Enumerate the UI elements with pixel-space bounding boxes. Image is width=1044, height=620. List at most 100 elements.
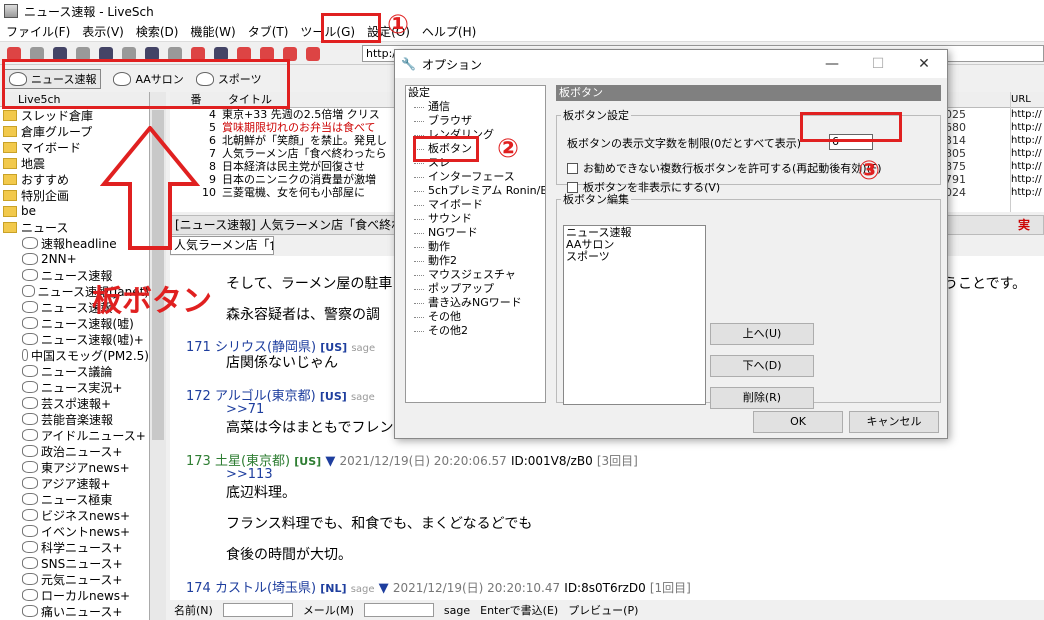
tree-folder[interactable]: スレッド倉庫 [0,107,149,123]
folder-icon [3,173,17,185]
fox-icon [22,557,38,569]
tree-board[interactable]: アイドルニュース+ [0,427,149,443]
fox-icon [22,285,35,297]
menu-function[interactable]: 機能(W) [184,22,241,42]
url-column: URL http:// http:// http:// http:// http:// h… [1010,92,1044,212]
tree-board[interactable]: 痛いニュース+ [0,603,149,619]
folder-icon [3,125,17,137]
menu-tab[interactable]: タブ(T) [242,22,295,42]
folder-icon [3,189,17,201]
folder-icon [3,157,17,169]
options-tree-item[interactable]: サウンド [406,212,545,226]
preview-checkbox[interactable]: プレビュー(P) [568,602,638,618]
tree-board[interactable]: 元気ニュース+ [0,571,149,587]
menu-view[interactable]: 表示(V) [76,22,130,42]
fox-icon [22,541,38,553]
annotation-box-board-bar [2,59,290,109]
enter-checkbox[interactable]: Enterで書込(E) [480,602,558,618]
thread-url: http:// [1011,109,1042,120]
tree-board[interactable]: 2NN+ [0,251,149,267]
tree-board[interactable]: 東アジアnews+ [0,459,149,475]
fox-icon [22,397,38,409]
tree-board[interactable]: 芸スポ速報+ [0,395,149,411]
board-button-edit-group: 板ボタン編集 ニュース速報 AAサロン スポーツ 上へ(U) 下へ(D) 削除(R) [556,191,941,409]
close-icon[interactable]: ✕ [901,56,947,72]
menu-bar: ファイル(F) 表示(V) 検索(D) 機能(W) タブ(T) ツール(G) 設… [0,22,1044,42]
multiline-checkbox[interactable]: お勧めできない複数行板ボタンを許可する(再起動後有効)(F) [567,160,882,176]
options-tree-item[interactable]: その他 [406,310,545,324]
tree-board[interactable]: SNSニュース+ [0,555,149,571]
tree-board[interactable]: ニュース極東 [0,491,149,507]
folder-icon [3,141,17,153]
folder-icon [3,109,17,121]
options-tree-item[interactable]: ポップアップ [406,282,545,296]
options-tree-item[interactable]: 5chプレミアム Ronin/B [406,184,545,198]
options-tree-item[interactable]: その他2 [406,324,545,338]
options-tree: 設定 通信 ブラウザ レンダリング 板ボタン スレ インターフェース 5chプレミアム Ro… [405,85,546,403]
tree-board[interactable]: アジア速報+ [0,475,149,491]
menu-file[interactable]: ファイル(F) [0,22,76,42]
tree-board[interactable]: ニュース速報(嘘)+ [0,331,149,347]
mail-label: メール(M) [302,604,354,617]
mail-input[interactable] [363,603,434,617]
post-menu-icon[interactable]: ▼ [325,454,335,469]
delete-button[interactable]: 削除(R) [710,387,814,409]
fox-icon [22,525,38,537]
move-up-button[interactable]: 上へ(U) [710,323,814,345]
thread-url: http:// [1011,148,1042,159]
post-quote-link[interactable]: >>113 [226,467,273,482]
cancel-button[interactable]: キャンセル [849,411,939,433]
minimize-icon[interactable]: — [809,56,855,72]
close-thread-icon[interactable]: 実 [1018,216,1030,233]
options-tree-item[interactable]: マウスジェスチャ [406,268,545,282]
fox-icon [22,509,38,521]
dialog-title-bar: 🔧 オプション — ☐ ✕ [395,50,947,78]
fox-icon [22,301,38,313]
options-tree-item[interactable]: マイボード [406,198,545,212]
menu-search[interactable]: 検索(D) [130,22,185,42]
menu-help[interactable]: ヘルプ(H) [416,22,482,42]
tree-board[interactable]: 中国スモッグ(PM2.5) [0,347,149,363]
fox-icon [22,269,38,281]
thread-url: http:// [1011,187,1042,198]
post-body-172: 高菜は今はまともでフレン [226,420,394,436]
tree-board[interactable]: ローカルnews+ [0,587,149,603]
fox-icon [22,605,38,617]
tree-board[interactable]: ニュース実況+ [0,379,149,395]
tree-board[interactable]: ニュース議論 [0,363,149,379]
tree-board[interactable]: 芸能音楽速報 [0,411,149,427]
move-down-button[interactable]: 下へ(D) [710,355,814,377]
options-tree-item[interactable]: 書き込みNGワード [406,296,545,310]
tool-icon[interactable] [303,45,323,63]
maximize-icon[interactable]: ☐ [855,56,901,72]
name-input[interactable] [222,603,293,617]
sage-checkbox[interactable]: sage [444,604,470,617]
board-button-list[interactable]: ニュース速報 AAサロン スポーツ [563,225,706,405]
fox-icon [22,461,38,473]
fox-icon [22,413,38,425]
col-url[interactable]: URL [1011,92,1044,108]
post-text: そして、ラーメン屋の駐車 [226,276,393,292]
post-menu-icon[interactable]: ▼ [379,581,389,596]
board-button-list-item[interactable]: スポーツ [566,251,703,263]
options-tree-item[interactable]: 通信 [406,100,545,114]
options-tree-item[interactable]: ブラウザ [406,114,545,128]
fox-icon [22,333,38,345]
options-tree-root[interactable]: 設定 [406,86,545,100]
post-body-173: 底辺料理。 [226,485,296,501]
folder-icon [3,221,17,233]
wrench-icon: 🔧 [401,57,416,71]
tree-board[interactable]: ビジネスnews+ [0,507,149,523]
ok-button[interactable]: OK [753,411,843,433]
dialog-title: オプション [421,57,482,72]
fox-icon [22,445,38,457]
post-quote-link[interactable]: >>71 [226,402,264,417]
options-tree-item[interactable]: 動作 [406,240,545,254]
annotation-3: ③ [858,156,881,186]
tree-board[interactable]: 科学ニュース+ [0,539,149,555]
options-tree-item[interactable]: 動作2 [406,254,545,268]
options-tree-item[interactable]: NGワード [406,226,545,240]
options-tree-item[interactable]: インターフェース [406,170,545,184]
tree-board[interactable]: 政治ニュース+ [0,443,149,459]
tree-board[interactable]: イベントnews+ [0,523,149,539]
